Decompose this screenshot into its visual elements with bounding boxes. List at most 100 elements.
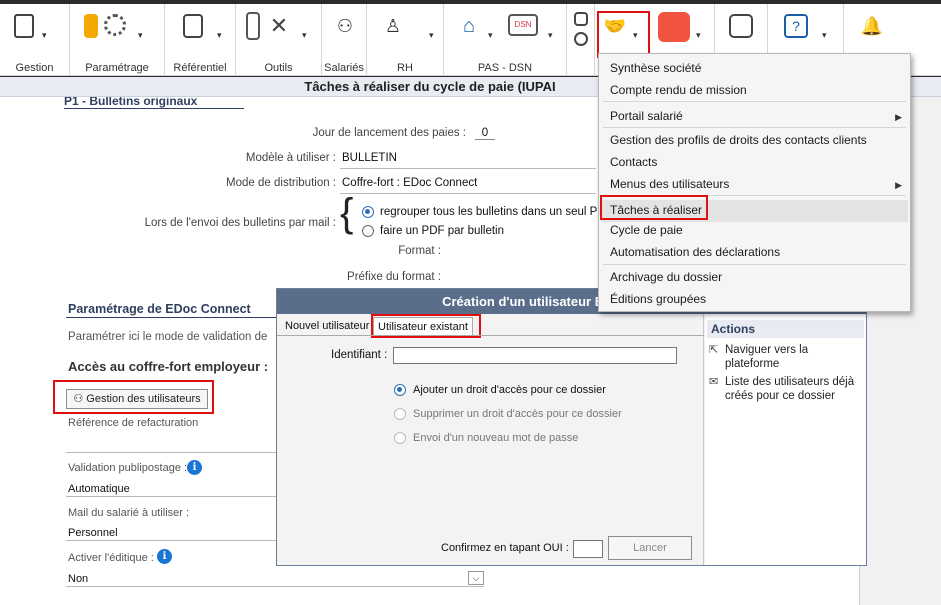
dsn-icon: DSN [508, 14, 538, 36]
group-label: Salariés [324, 62, 364, 74]
identifiant-label: Identifiant : [331, 349, 388, 361]
highlight-taches [600, 195, 708, 220]
tab-divider [277, 335, 704, 336]
divider [66, 452, 276, 453]
group-label: Référentiel [173, 62, 227, 74]
dialog-form: Nouvel utilisateur Utilisateur existant … [277, 314, 704, 565]
group-label: RH [397, 62, 413, 74]
divider [66, 317, 276, 318]
radio-pdf-label: faire un PDF par bulletin [380, 225, 505, 237]
radio-regrouper-label: regrouper tous les bulletins dans un seu… [380, 206, 613, 218]
menu-item-automatisation[interactable]: Automatisation des déclarations [610, 245, 780, 259]
chevron-down-icon: ▾ [302, 30, 307, 40]
group-label: Outils [264, 62, 293, 74]
actions-panel: Actions ⇱ Naviguer vers la plateforme ✉ … [705, 314, 866, 565]
validation-value[interactable]: Automatique [68, 483, 130, 495]
editique-value[interactable]: Non [68, 573, 88, 585]
radio-envoi-label: Envoi d'un nouveau mot de passe [413, 432, 579, 444]
chevron-right-icon: ▶ [895, 112, 902, 122]
help-icon: ? [784, 14, 808, 38]
mode-label: Mode de distribution : [226, 177, 336, 189]
group-referentiel[interactable]: ▾ Référentiel [165, 4, 236, 76]
chevron-down-icon: ▾ [548, 30, 553, 40]
tools-icon: ✕ [269, 13, 289, 38]
myee-icon [658, 12, 690, 42]
info-icon[interactable]: i [187, 460, 202, 475]
action-naviguer[interactable]: Naviguer vers la plateforme [725, 343, 865, 371]
group-label: PAS - DSN [477, 62, 533, 74]
editique-label: Activer l'éditique : [68, 552, 154, 564]
group-pas-dsn[interactable]: ⌂ ▾ DSN ▾ PAS - DSN [444, 4, 567, 76]
euro-icon [574, 32, 588, 46]
refacturation-label: Référence de refacturation [68, 417, 199, 429]
mode-value[interactable]: Coffre-fort : EDoc Connect [342, 177, 477, 189]
radio-supprimer-droit[interactable] [394, 408, 406, 420]
edoc-description: Paramétrer ici le mode de validation de [68, 331, 268, 343]
validation-label: Validation publipostage : [68, 462, 188, 474]
edoc-section-title: Paramétrage de EDoc Connect [68, 302, 251, 316]
folder-icon [84, 14, 98, 38]
jour-input[interactable]: 0 [475, 127, 495, 140]
field-underline [66, 496, 276, 497]
mode-underline [340, 193, 596, 194]
group-gestion[interactable]: ▾ Gestion [0, 4, 70, 76]
menu-separator [603, 127, 906, 128]
mail-label: Mail du salarié à utiliser : [68, 507, 190, 519]
chevron-down-icon: ▾ [217, 30, 222, 40]
chevron-down-icon[interactable]: ⌵ [468, 571, 484, 585]
menu-item-contacts[interactable]: Contacts [610, 155, 657, 169]
highlight-gestion-users [53, 380, 214, 414]
menu-item-cycle-paie[interactable]: Cycle de paie [610, 223, 683, 237]
document-icon [183, 14, 203, 38]
menu-separator [603, 264, 906, 265]
clipboard-icon [14, 14, 34, 38]
identifiant-input[interactable] [393, 347, 677, 364]
tab-nouvel-utilisateur[interactable]: Nouvel utilisateur [281, 317, 373, 335]
chevron-down-icon: ▾ [696, 30, 701, 40]
bank-icon: ⌂ [462, 15, 476, 37]
chevron-down-icon: ▾ [138, 30, 143, 40]
chevron-down-icon: ▾ [429, 30, 434, 40]
radio-envoi-mdp[interactable] [394, 432, 406, 444]
gear-icon [104, 14, 126, 36]
coffre-title: Accès au coffre-fort employeur : [68, 359, 269, 374]
radio-ajouter-droit[interactable] [394, 384, 406, 396]
group-outils[interactable]: ✕ ▾ Outils [236, 4, 322, 76]
group-misc[interactable] [567, 4, 595, 76]
radio-regrouper[interactable] [362, 206, 374, 218]
modele-underline [340, 168, 596, 169]
id-card-icon [574, 12, 588, 26]
menu-item-compte-rendu[interactable]: Compte rendu de mission [610, 83, 747, 97]
chevron-down-icon: ▾ [488, 30, 493, 40]
field-underline [66, 586, 484, 587]
group-label: Paramétrage [85, 62, 149, 74]
actions-title: Actions [707, 320, 864, 338]
mail-value[interactable]: Personnel [68, 527, 118, 539]
share-icon: ⇱ [709, 344, 719, 356]
modele-value[interactable]: BULLETIN [342, 152, 397, 164]
menu-item-profils-droits[interactable]: Gestion des profils de droits des contac… [610, 133, 867, 147]
radio-supprimer-label: Supprimer un droit d'accès pour ce dossi… [413, 408, 622, 420]
info-icon[interactable]: i [157, 549, 172, 564]
people-icon: ⚇ [336, 16, 354, 36]
group-parametrage[interactable]: ▾ Paramétrage [70, 4, 165, 76]
menu-item-menus-utilisateurs[interactable]: Menus des utilisateurs [610, 177, 729, 191]
menu-item-editions-groupees[interactable]: Éditions groupées [610, 292, 706, 306]
radio-pdf-par-bulletin[interactable] [362, 225, 374, 237]
group-salaries[interactable]: ⚇ Salariés [322, 4, 367, 76]
lancer-button[interactable]: Lancer [608, 536, 692, 560]
group-rh[interactable]: ♙ ▾ RH [367, 4, 444, 76]
envoi-label: Lors de l'envoi des bulletins par mail : [144, 217, 336, 229]
action-liste-utilisateurs[interactable]: Liste des utilisateurs déjà créés pour c… [725, 375, 865, 403]
highlight-handshake [597, 11, 650, 58]
format-label: Format : [398, 245, 441, 257]
menu-item-archivage[interactable]: Archivage du dossier [610, 270, 722, 284]
create-user-dialog: Création d'un utilisateur EDoc Connect (… [276, 288, 867, 566]
group-label: Gestion [15, 62, 54, 74]
menu-item-portail-salarie[interactable]: Portail salarié [610, 109, 683, 123]
confirm-input[interactable] [573, 540, 603, 558]
mail-icon: ✉ [709, 376, 719, 388]
prefixe-label: Préfixe du format : [347, 271, 441, 283]
menu-item-synthese[interactable]: Synthèse société [610, 61, 701, 75]
field-underline [66, 540, 276, 541]
